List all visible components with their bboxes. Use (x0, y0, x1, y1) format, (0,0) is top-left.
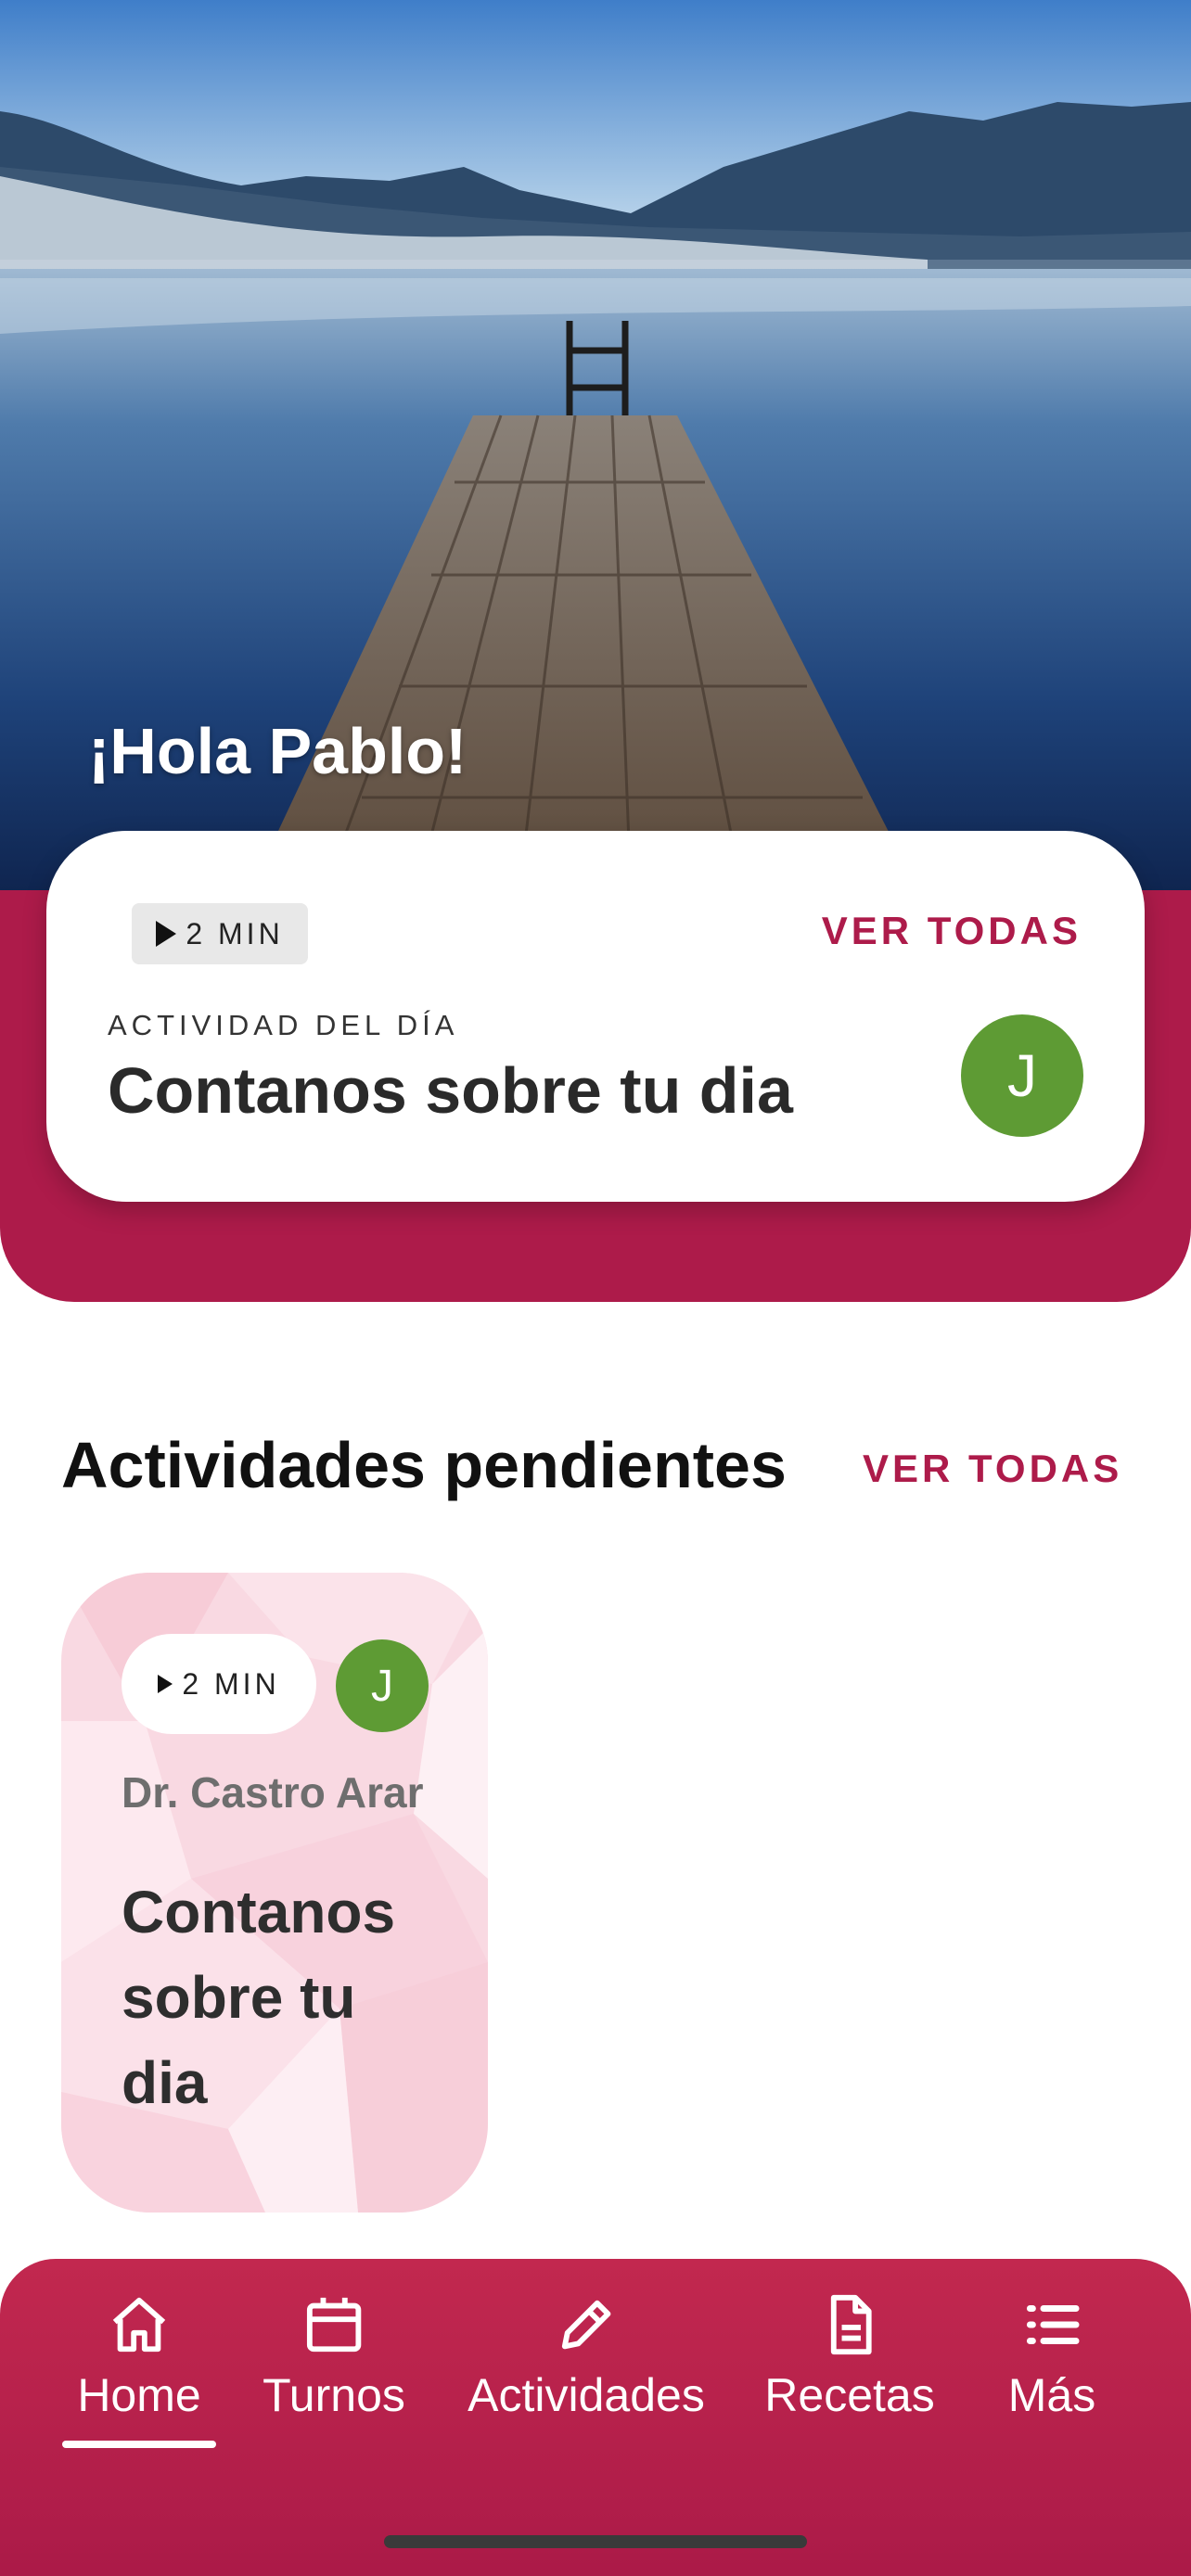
tab-label: Más (1007, 2369, 1096, 2421)
ver-todas-button[interactable]: VER TODAS (822, 909, 1082, 953)
home-icon (112, 2297, 166, 2353)
calendar-icon (306, 2297, 362, 2353)
avatar: J (961, 1014, 1083, 1137)
tab-label: Actividades (467, 2369, 705, 2421)
tab-recetas[interactable]: Recetas (764, 2292, 935, 2422)
tab-turnos[interactable]: Turnos (263, 2292, 405, 2422)
home-indicator[interactable] (384, 2535, 807, 2548)
ver-todas-pending-button[interactable]: VER TODAS (863, 1447, 1122, 1491)
tab-label: Home (77, 2369, 201, 2421)
tab-label: Turnos (263, 2369, 405, 2421)
activity-title: Contanos sobre tu dia (122, 1879, 396, 2116)
greeting-text: ¡Hola Pablo! (88, 715, 467, 787)
play-icon (158, 1675, 173, 1693)
activity-of-the-day-label: ACTIVIDAD DEL DÍA (108, 1009, 459, 1041)
tab-label: Recetas (764, 2369, 935, 2421)
tab-mas[interactable]: Más (1008, 2292, 1095, 2422)
pencil-icon (561, 2300, 611, 2350)
bottom-tab-bar: Home Turnos Actividades Recetas Más (0, 2259, 1191, 2576)
duration-label: 2 MIN (182, 1666, 280, 1701)
doctor-name: Dr. Castro Arar (122, 1768, 424, 1817)
activity-of-the-day-card[interactable]: 2 MIN VER TODAS ACTIVIDAD DEL DÍA Contan… (46, 831, 1145, 1202)
document-icon (830, 2294, 872, 2355)
duration-chip: 2 MIN (132, 903, 308, 964)
play-icon (156, 921, 177, 947)
pending-activity-card[interactable]: 2 MIN J Dr. Castro Arar Contanos sobre t… (61, 1573, 488, 2213)
duration-chip: 2 MIN (122, 1634, 316, 1734)
activity-title: Contanos sobre tu dia (108, 1054, 793, 1127)
tab-actividades[interactable]: Actividades (467, 2292, 705, 2422)
duration-label: 2 MIN (186, 916, 284, 950)
active-tab-indicator (62, 2441, 216, 2448)
tab-home[interactable]: Home (62, 2292, 216, 2448)
hero-section: ¡Hola Pablo! 2 MIN VER TODAS ACTIVIDAD D… (0, 0, 1191, 1302)
list-icon (1027, 2305, 1080, 2344)
avatar: J (336, 1639, 429, 1732)
section-title-pending: Actividades pendientes (61, 1429, 787, 1501)
